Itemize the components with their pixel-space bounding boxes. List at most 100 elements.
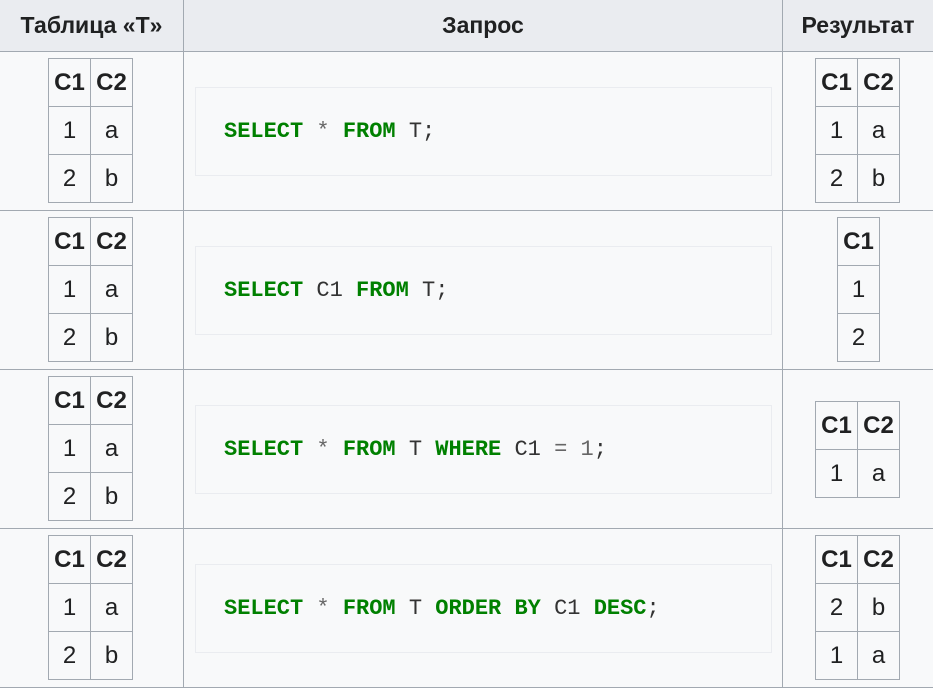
table-cell: b — [90, 631, 133, 680]
sql-token: C1 — [514, 437, 541, 462]
sql-token: T — [408, 596, 423, 621]
table-cell: 1 — [815, 106, 858, 155]
column-header: C1 — [48, 376, 91, 425]
column-header: C2 — [90, 58, 133, 107]
table-cell: 1 — [815, 631, 858, 680]
table-cell: 2 — [815, 154, 858, 203]
sql-token: FROM — [356, 278, 409, 303]
sql-token: T — [408, 119, 423, 144]
sql-token: FROM — [342, 119, 396, 144]
table-cell: a — [90, 265, 133, 314]
header-query-label: Запрос — [442, 12, 524, 38]
header-query: Запрос — [184, 0, 783, 52]
sql-token: * — [316, 119, 330, 144]
column-header: C2 — [90, 535, 133, 584]
table-row: 2 — [837, 313, 880, 362]
table-cell: 1 — [48, 583, 91, 632]
table-row: 1a — [815, 106, 900, 155]
sql-token: DESC — [593, 596, 647, 621]
mini-table: C1 C2 1 a 2 b — [48, 58, 133, 203]
table-cell: 2 — [48, 313, 91, 362]
sql-token: SELECT — [224, 437, 304, 462]
mini-table: C1 C2 2 b 1 a — [815, 535, 900, 680]
header-result-label: Результат — [801, 12, 915, 38]
sql-token: BY — [514, 596, 541, 621]
column-header: C2 — [90, 217, 133, 266]
table-cell: 1 — [48, 424, 91, 473]
sql-token: 1 — [580, 437, 594, 462]
column-header: C1 — [48, 58, 91, 107]
sql-token: * — [316, 596, 330, 621]
mini-table-header-row: C1 C2 — [815, 58, 900, 107]
mini-table-header-row: C1 C2 — [815, 535, 900, 584]
mini-table-header-row: C1 C2 — [48, 376, 133, 425]
table-cell: 1 — [48, 265, 91, 314]
sql-token: C1 — [554, 596, 581, 621]
table-row: 1a — [48, 265, 133, 314]
mini-table: C1 1 2 — [837, 217, 880, 362]
mini-table-header-row: C1 C2 — [48, 58, 133, 107]
sql-query: SELECT * FROM T ORDER BY C1 DESC; — [195, 564, 772, 653]
sql-token: = — [554, 437, 568, 462]
column-header: C1 — [815, 401, 858, 450]
mini-table-header-row: C1 C2 — [48, 217, 133, 266]
sql-query: SELECT * FROM T; — [195, 87, 772, 176]
table-row: 1a — [48, 583, 133, 632]
sql-token: T — [422, 278, 436, 303]
sql-token: SELECT — [224, 596, 304, 621]
table-row: 1a — [815, 631, 900, 680]
table-cell: 2 — [815, 583, 858, 632]
table-row: 2b — [48, 154, 133, 203]
table-row: 1 — [837, 265, 880, 314]
table-cell: b — [857, 154, 900, 203]
table-cell: 1 — [48, 106, 91, 155]
column-header: C2 — [857, 58, 900, 107]
sql-token: WHERE — [435, 437, 502, 462]
header-result: Результат — [783, 0, 933, 52]
table-cell: b — [90, 472, 133, 521]
table-row: 2b — [815, 154, 900, 203]
sql-token: ; — [593, 437, 607, 462]
table-row: 2b — [48, 631, 133, 680]
sql-token: FROM — [342, 437, 396, 462]
mini-table: C1 C2 1 a 2 b — [48, 376, 133, 521]
table-row: 2b — [48, 313, 133, 362]
mini-table-header-row: C1 — [837, 217, 880, 266]
column-header: C1 — [815, 58, 858, 107]
table-cell: b — [90, 313, 133, 362]
table-cell: 1 — [837, 265, 880, 314]
sql-token: SELECT — [224, 278, 304, 303]
mini-table: C1 C2 1 a 2 b — [48, 535, 133, 680]
table-row: 1a — [48, 424, 133, 473]
table-cell: a — [857, 106, 900, 155]
table-cell: 1 — [815, 449, 858, 498]
table-row: 1a — [815, 449, 900, 498]
mini-table: C1 C2 1 a 2 b — [815, 58, 900, 203]
table-cell: a — [90, 424, 133, 473]
header-table: Таблица «T» — [0, 0, 184, 52]
table-cell: a — [90, 583, 133, 632]
header-table-label: Таблица «T» — [20, 12, 163, 38]
table-cell: a — [857, 631, 900, 680]
column-header: C1 — [48, 217, 91, 266]
sql-query: SELECT * FROM T WHERE C1 = 1; — [195, 405, 772, 494]
table-cell: 2 — [48, 154, 91, 203]
sql-token: ORDER — [435, 596, 502, 621]
sql-token: FROM — [342, 596, 396, 621]
